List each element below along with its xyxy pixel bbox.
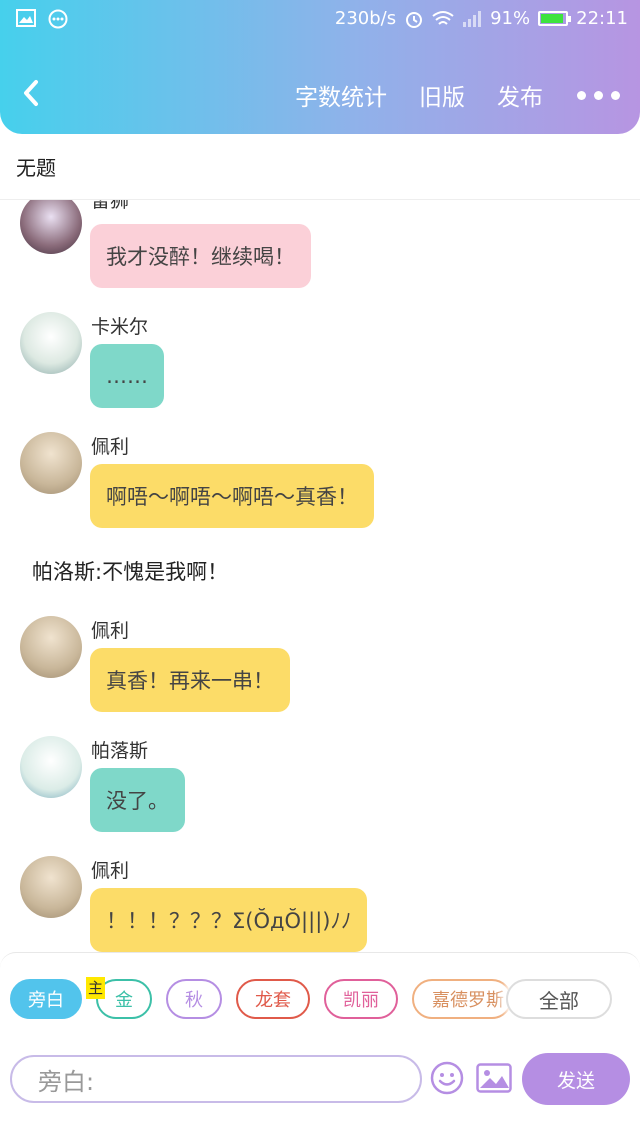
more-notification-icon [48, 9, 68, 29]
gallery-notification-icon [16, 9, 36, 27]
message-bubble[interactable]: …… [90, 344, 164, 408]
word-count-button[interactable]: 字数统计 [295, 78, 387, 112]
battery-percent: 91% [490, 8, 531, 29]
battery-icon [538, 11, 572, 26]
narration-text[interactable]: 帕洛斯:不愧是我啊！ [32, 556, 228, 586]
role-chip-kaili[interactable]: 凯丽 [324, 979, 398, 1019]
message-bubble[interactable]: 没了。 [90, 768, 185, 832]
top-nav: 字数统计 旧版 发布 [0, 62, 640, 124]
role-chip-jiadeluosi[interactable]: 嘉德罗斯 [412, 979, 512, 1019]
role-chip-all[interactable]: 全部 [506, 979, 612, 1019]
cell-signal-icon [463, 10, 482, 27]
role-selector: 旁白 主 金 秋 龙套 凯丽 嘉德罗斯 全部 [10, 977, 630, 1023]
avatar[interactable] [20, 312, 82, 374]
sender-name: 佩利 [91, 620, 130, 642]
sender-name: 佩利 [91, 860, 130, 882]
message-bubble[interactable]: ！！！？？？Σ(ŎдŎ|||)ﾉﾉ [90, 888, 368, 952]
avatar[interactable] [20, 856, 82, 918]
sender-name: 帕落斯 [91, 740, 149, 762]
avatar[interactable] [20, 432, 82, 494]
sender-name: 雷狮 [91, 200, 130, 212]
status-bar: 230b/s 91% 22:11 [0, 0, 640, 38]
app-header: 230b/s 91% 22:11 字数统计 旧版 发布 [0, 0, 640, 134]
clock: 22:11 [576, 8, 628, 29]
sender-name: 卡米尔 [91, 316, 149, 338]
message-bubble[interactable]: 真香！再来一串！ [90, 648, 290, 712]
host-badge: 主 [86, 977, 106, 999]
role-chip-longtao[interactable]: 龙套 [236, 979, 310, 1019]
avatar[interactable] [20, 736, 82, 798]
message-input[interactable]: 旁白: [10, 1055, 422, 1103]
role-chip-narrator[interactable]: 旁白 [10, 979, 82, 1019]
sender-name: 佩利 [91, 436, 130, 458]
old-version-button[interactable]: 旧版 [419, 78, 465, 112]
chat-area[interactable]: 雷狮 我才没醉！继续喝！ 卡米尔 …… 佩利 啊唔～啊唔～啊唔～真香！ 帕洛斯:… [0, 200, 640, 952]
more-menu-button[interactable] [577, 90, 620, 100]
avatar[interactable] [20, 200, 82, 254]
emoji-icon[interactable] [430, 1061, 464, 1095]
back-button[interactable] [18, 76, 48, 110]
publish-button[interactable]: 发布 [497, 78, 543, 112]
message-bubble[interactable]: 啊唔～啊唔～啊唔～真香！ [90, 464, 374, 528]
composer-panel: 旁白 主 金 秋 龙套 凯丽 嘉德罗斯 全部 旁白: 发送 [0, 952, 640, 1138]
role-chip-qiu[interactable]: 秋 [166, 979, 222, 1019]
send-button[interactable]: 发送 [522, 1053, 630, 1105]
chevron-left-icon [24, 80, 38, 106]
image-icon[interactable] [476, 1063, 512, 1093]
avatar[interactable] [20, 616, 82, 678]
topic-title[interactable]: 无题 [0, 134, 640, 200]
wifi-icon [432, 10, 454, 25]
alarm-icon [406, 11, 423, 28]
network-speed: 230b/s [334, 8, 397, 29]
message-bubble[interactable]: 我才没醉！继续喝！ [90, 224, 311, 288]
